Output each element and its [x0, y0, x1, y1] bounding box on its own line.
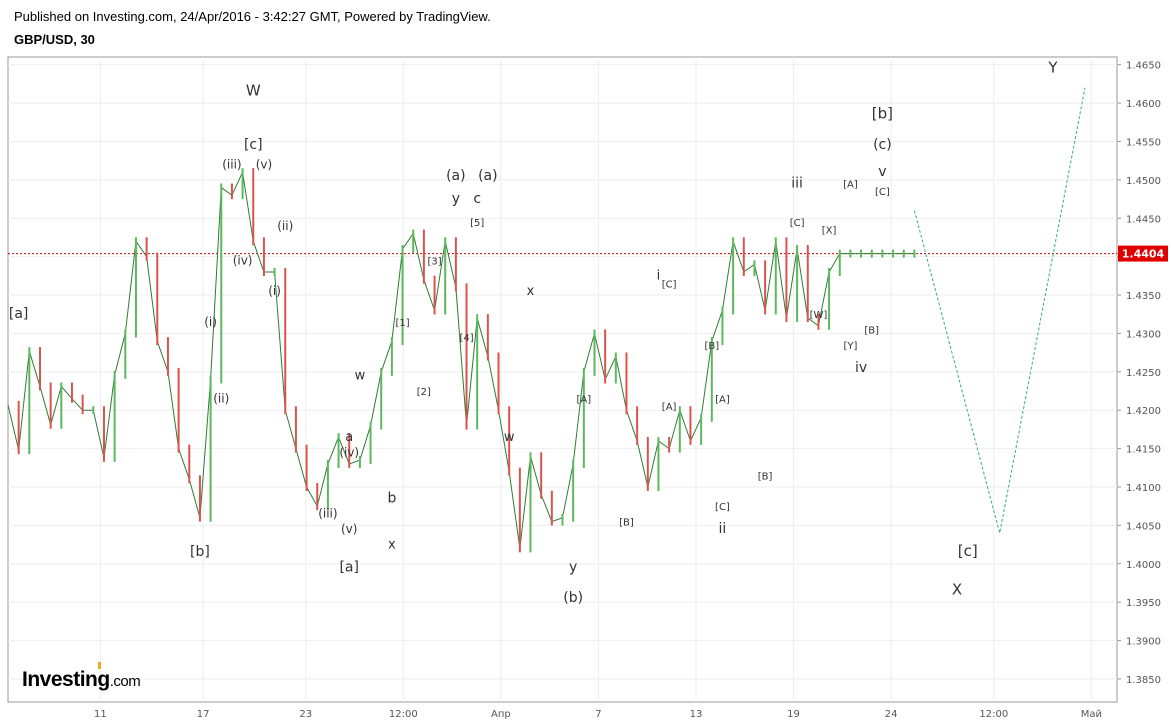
x-tick-label: 12:00 [389, 709, 418, 720]
wave-label: v [878, 164, 886, 180]
y-tick-label: 1.3900 [1126, 637, 1161, 648]
wave-label: x [527, 284, 535, 299]
wave-label: [a] [339, 559, 359, 575]
wave-label: (c) [873, 137, 892, 153]
wave-label: [C] [790, 218, 805, 229]
wave-label: y [569, 559, 577, 575]
investing-logo: Investing.com [22, 662, 141, 692]
wave-label: [A] [576, 395, 591, 406]
wave-label: [b] [190, 544, 210, 560]
y-tick-label: 1.4450 [1126, 214, 1161, 225]
x-tick-label: 12:00 [979, 709, 1008, 720]
x-tick-label: Апр [491, 709, 511, 720]
wave-label: [1] [395, 318, 409, 329]
y-tick-label: 1.3850 [1126, 675, 1161, 686]
wave-label: [a] [9, 306, 29, 322]
wave-label: (iv) [233, 253, 253, 267]
y-tick-label: 1.4500 [1126, 176, 1161, 187]
wave-label: [4] [459, 333, 473, 344]
wave-label: [B] [758, 471, 773, 482]
last-price-tag: 1.4404 [1118, 245, 1168, 262]
x-tick-label: 24 [885, 709, 898, 720]
wave-label: (i) [204, 315, 217, 329]
wave-label: a [345, 430, 353, 445]
last-price-tag-label: 1.4404 [1122, 248, 1165, 261]
wave-label: [B] [619, 517, 634, 528]
wave-label: (v) [256, 157, 272, 171]
wave-label: c [473, 191, 481, 207]
wave-label: [5] [470, 218, 484, 229]
x-tick-label: Май [1081, 709, 1102, 720]
wave-label: iv [855, 360, 867, 376]
y-tick-label: 1.3950 [1126, 598, 1161, 609]
y-tick-label: 1.4100 [1126, 483, 1161, 494]
wave-label: [B] [704, 341, 719, 352]
x-tick-label: 17 [197, 709, 210, 720]
y-tick-label: 1.4650 [1126, 61, 1161, 72]
wave-label: [2] [417, 387, 431, 398]
wave-label: W [246, 81, 261, 99]
wave-label: (v) [341, 522, 357, 536]
x-tick-label: 23 [299, 709, 312, 720]
y-tick-label: 1.4000 [1126, 560, 1161, 571]
y-tick-label: 1.4200 [1126, 406, 1161, 417]
wave-label: (iii) [222, 157, 241, 171]
x-tick-label: 13 [690, 709, 703, 720]
wave-label: X [952, 581, 962, 599]
wave-label: [c] [244, 137, 263, 153]
wave-label: Y [1047, 58, 1058, 76]
wave-label: [C] [715, 502, 730, 513]
wave-label: x [388, 537, 396, 552]
wave-label: (iii) [318, 507, 337, 521]
wave-label: (a) [446, 168, 466, 184]
price-chart[interactable]: 1.46501.46001.45501.45001.44501.44001.43… [0, 0, 1171, 724]
y-tick-label: 1.4600 [1126, 99, 1161, 110]
wave-label: [A] [662, 402, 677, 413]
wave-label: [3] [427, 256, 441, 267]
wave-label: [A] [715, 395, 730, 406]
wave-label: [C] [662, 279, 677, 290]
y-tick-label: 1.4550 [1126, 137, 1161, 148]
wave-label: (ii) [213, 392, 229, 406]
wave-label: i [657, 269, 661, 284]
wave-label: w [504, 430, 515, 445]
wave-label: [Y] [843, 341, 857, 352]
wave-label: (ii) [277, 219, 293, 233]
wave-label: [c] [958, 542, 978, 560]
wave-label: (i) [268, 284, 281, 298]
wave-label: [X] [822, 226, 837, 237]
wave-label: w [355, 369, 366, 384]
wave-label: y [452, 191, 460, 207]
wave-label: ii [719, 521, 727, 537]
y-tick-label: 1.4300 [1126, 329, 1161, 340]
logo-domain: .com [109, 673, 141, 690]
logo-wordmark: Investing [22, 668, 110, 691]
wave-label: (iv) [339, 445, 359, 459]
x-tick-label: 7 [595, 709, 601, 720]
y-tick-label: 1.4350 [1126, 291, 1161, 302]
wave-label: [B] [864, 325, 879, 336]
y-tick-label: 1.4250 [1126, 368, 1161, 379]
wave-label: b [387, 490, 396, 506]
x-tick-label: 19 [787, 709, 800, 720]
y-tick-label: 1.4050 [1126, 521, 1161, 532]
wave-label: [W] [810, 310, 828, 321]
wave-label: [b] [872, 104, 893, 122]
x-tick-label: 11 [94, 709, 107, 720]
wave-label: iii [791, 176, 803, 192]
y-tick-label: 1.4150 [1126, 445, 1161, 456]
wave-label: [A] [843, 180, 858, 191]
wave-label: (b) [563, 590, 583, 606]
wave-label: [C] [875, 187, 890, 198]
wave-label: (a) [478, 168, 498, 184]
logo-accent-icon [98, 662, 101, 669]
